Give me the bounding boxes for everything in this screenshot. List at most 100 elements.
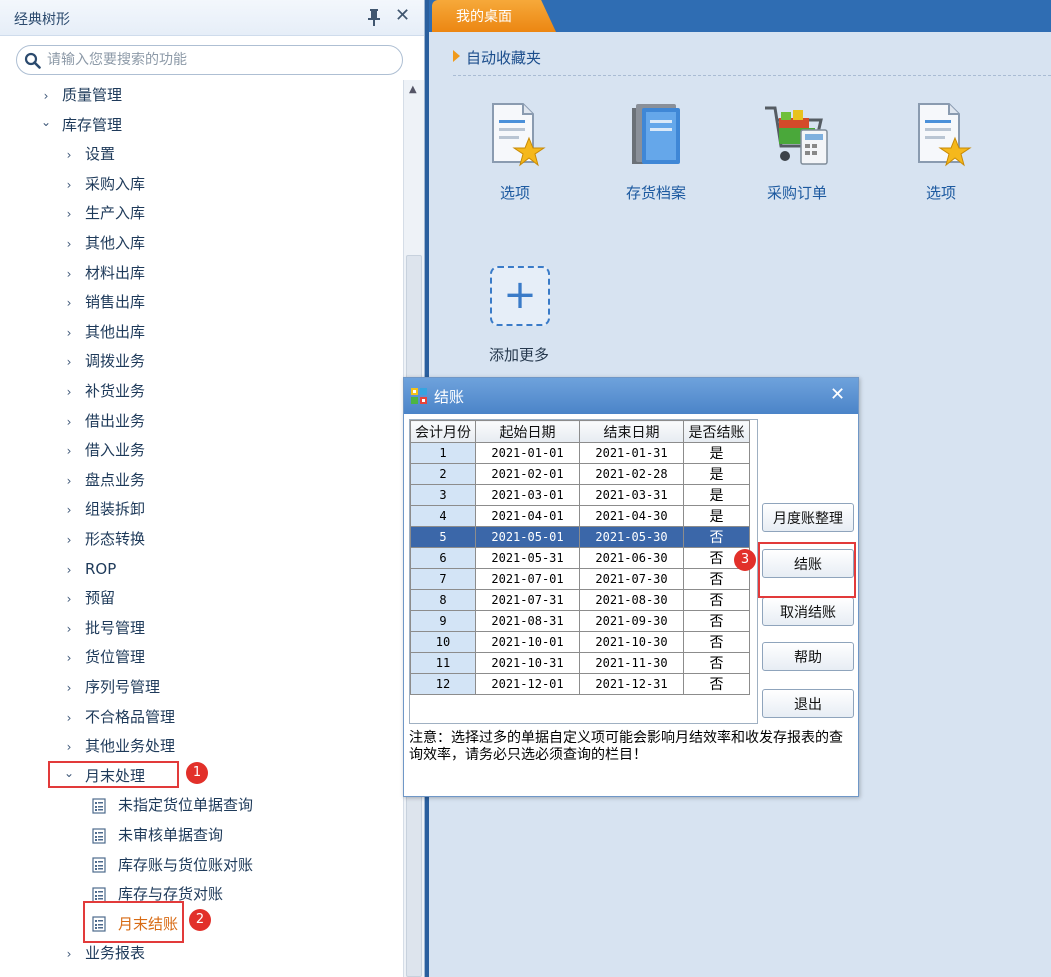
cell-start: 2021-05-01 xyxy=(475,526,580,548)
tree-item[interactable]: › 采购入库 xyxy=(63,170,145,198)
table-row[interactable]: 11 2021-10-31 2021-11-30 否 xyxy=(410,652,750,674)
tree-item-label: 补货业务 xyxy=(85,382,146,400)
tree-item[interactable]: › 其他业务处理 xyxy=(63,732,175,760)
app-tile-inventory-archive[interactable]: 存货档案 xyxy=(596,100,716,203)
cell-closed: 是 xyxy=(683,484,750,506)
tree-item[interactable]: › 预留 xyxy=(63,584,115,612)
inventory-books-icon xyxy=(632,104,680,164)
tree-item[interactable]: › 生产入库 xyxy=(63,199,145,227)
tree-item[interactable]: › 借入业务 xyxy=(63,436,145,464)
search-input[interactable] xyxy=(47,49,387,71)
tree-item[interactable]: › 业务报表 xyxy=(63,939,145,967)
table-row[interactable]: 3 2021-03-01 2021-03-31 是 xyxy=(410,484,750,506)
scroll-up-icon[interactable]: ▲ xyxy=(409,84,417,95)
chevron-right-icon[interactable]: › xyxy=(63,319,75,347)
chevron-right-icon[interactable]: › xyxy=(63,644,75,672)
tree-item-label: 盘点业务 xyxy=(85,470,146,489)
cancel-close-button[interactable]: 取消结账 xyxy=(762,597,854,626)
chevron-right-icon[interactable]: › xyxy=(63,615,75,643)
table-row[interactable]: 1 2021-01-01 2021-01-31 是 xyxy=(410,442,750,464)
cell-start: 2021-04-01 xyxy=(475,505,580,527)
chevron-right-icon[interactable]: › xyxy=(63,141,75,169)
chevron-right-icon[interactable]: › xyxy=(63,230,75,258)
app-tile-options[interactable]: 选项 xyxy=(455,100,575,203)
help-button[interactable]: 帮助 xyxy=(762,642,854,671)
chevron-right-icon[interactable]: › xyxy=(63,408,75,436)
chevron-right-icon[interactable]: › xyxy=(63,289,75,317)
tree-item[interactable]: › 其他入库 xyxy=(63,229,145,257)
tree-item[interactable]: › 形态转换 xyxy=(63,525,145,553)
tree-item-label: 采购入库 xyxy=(85,174,146,193)
cell-closed: 是 xyxy=(683,505,750,527)
tree-item[interactable]: 未指定货位单据查询 xyxy=(92,791,253,819)
chevron-right-icon[interactable]: › xyxy=(63,496,75,524)
chevron-right-icon[interactable]: › xyxy=(63,260,75,288)
table-row[interactable]: 10 2021-10-01 2021-10-30 否 xyxy=(410,631,750,653)
tree-item[interactable]: › 其他出库 xyxy=(63,318,145,346)
table-row[interactable]: 9 2021-08-31 2021-09-30 否 xyxy=(410,610,750,632)
tree-item[interactable]: › 销售出库 xyxy=(63,288,145,316)
highlight-box-month-close xyxy=(83,901,184,943)
tree-item[interactable]: › 质量管理 xyxy=(40,81,122,109)
chevron-right-icon[interactable]: › xyxy=(63,556,75,584)
tab-my-desktop[interactable]: 我的桌面 xyxy=(432,0,556,32)
tree-item[interactable]: › 调拨业务 xyxy=(63,347,145,375)
document-icon xyxy=(92,798,106,814)
chevron-right-icon[interactable]: › xyxy=(40,82,52,110)
cell-start: 2021-03-01 xyxy=(475,484,580,506)
chevron-right-icon[interactable]: › xyxy=(63,348,75,376)
chevron-right-icon[interactable]: › xyxy=(63,437,75,465)
tree-item[interactable]: › ROP xyxy=(63,555,117,584)
favorites-heading[interactable]: 自动收藏夹 xyxy=(453,47,541,68)
tree-item-label: 其他业务处理 xyxy=(85,737,176,756)
table-row[interactable]: 8 2021-07-31 2021-08-30 否 xyxy=(410,589,750,611)
tree-item-label: 设置 xyxy=(85,145,116,164)
chevron-right-icon[interactable]: › xyxy=(63,526,75,554)
tree-item-label: ROP xyxy=(85,559,117,578)
cell-end: 2021-09-30 xyxy=(579,610,684,632)
tree-item[interactable]: › 序列号管理 xyxy=(63,673,160,701)
table-row[interactable]: 12 2021-12-01 2021-12-31 否 xyxy=(410,673,750,695)
tree-item[interactable]: ⌄ 库存管理 xyxy=(40,111,122,139)
close-icon[interactable]: ✕ xyxy=(395,6,410,26)
chevron-down-icon[interactable]: ⌄ xyxy=(40,108,52,136)
tree-item[interactable]: › 设置 xyxy=(63,140,115,168)
chevron-right-icon[interactable]: › xyxy=(63,467,75,495)
table-row[interactable]: 4 2021-04-01 2021-04-30 是 xyxy=(410,505,750,527)
annotation-badge-1: 1 xyxy=(186,762,208,784)
pin-icon[interactable] xyxy=(366,8,382,26)
monthly-tidy-button[interactable]: 月度账整理 xyxy=(762,503,854,532)
tree-item[interactable]: 库存账与货位账对账 xyxy=(92,851,253,879)
chevron-right-icon[interactable]: › xyxy=(63,674,75,702)
tree-item[interactable]: › 材料出库 xyxy=(63,259,145,287)
table-row[interactable]: 6 2021-05-31 2021-06-30 否 xyxy=(410,547,750,569)
chevron-right-icon[interactable]: › xyxy=(63,378,75,406)
cell-closed: 否 xyxy=(683,673,750,695)
tree-item[interactable]: › 盘点业务 xyxy=(63,466,145,494)
column-header-start-date: 起始日期 xyxy=(475,420,580,443)
table-row[interactable]: 2 2021-02-01 2021-02-28 是 xyxy=(410,463,750,485)
app-tile-purchase-order[interactable]: 采购订单 xyxy=(737,100,857,203)
cell-closed: 否 xyxy=(683,631,750,653)
tree-item[interactable]: › 批号管理 xyxy=(63,614,145,642)
table-row[interactable]: 7 2021-07-01 2021-07-30 否 xyxy=(410,568,750,590)
app-tile-options-2[interactable]: 选项 xyxy=(881,100,1001,203)
tree-item[interactable]: › 不合格品管理 xyxy=(63,703,175,731)
chevron-right-icon[interactable]: › xyxy=(63,940,75,968)
tree-item[interactable]: › 货位管理 xyxy=(63,643,145,671)
tree-item[interactable]: › 借出业务 xyxy=(63,407,145,435)
tree-item[interactable]: › 组装拆卸 xyxy=(63,495,145,523)
chevron-right-icon[interactable]: › xyxy=(63,585,75,613)
tree-item[interactable]: › 补货业务 xyxy=(63,377,145,405)
dialog-title: 结账 xyxy=(434,388,465,406)
chevron-right-icon[interactable]: › xyxy=(63,171,75,199)
chevron-right-icon[interactable]: › xyxy=(63,200,75,228)
chevron-right-icon[interactable]: › xyxy=(63,733,75,761)
tree-item[interactable]: 未审核单据查询 xyxy=(92,821,223,849)
table-row[interactable]: 5 2021-05-01 2021-05-30 否 xyxy=(410,526,750,548)
dialog-titlebar[interactable]: 结账 ✕ xyxy=(404,378,858,414)
chevron-right-icon[interactable]: › xyxy=(63,704,75,732)
exit-button[interactable]: 退出 xyxy=(762,689,854,718)
tree-panel-title: 经典树形 xyxy=(14,12,70,28)
dialog-close-icon[interactable]: ✕ xyxy=(830,384,845,406)
